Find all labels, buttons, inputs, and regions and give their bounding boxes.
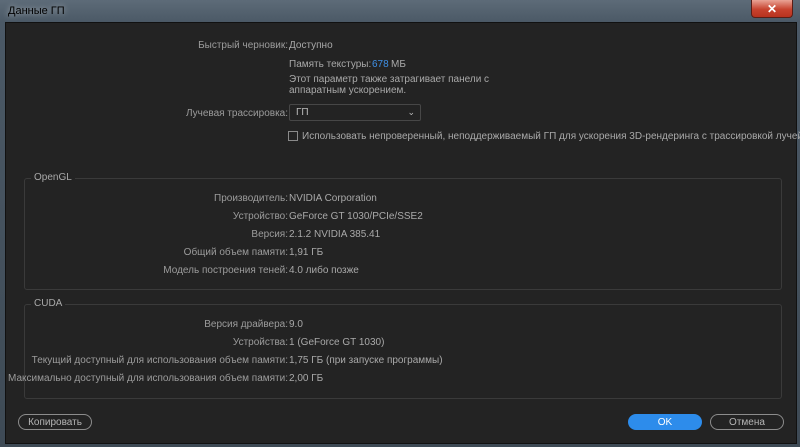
- opengl-row-value: 2.1.2 NVIDIA 385.41: [289, 229, 381, 240]
- texture-memory-unit: МБ: [391, 59, 406, 70]
- ray-tracing-label: Лучевая трассировка:: [185, 108, 288, 119]
- unsupported-gpu-checkbox-label[interactable]: Использовать непроверенный, неподдержива…: [302, 131, 800, 142]
- chevron-down-icon: ⌄: [407, 107, 415, 117]
- texture-memory-value[interactable]: 678: [372, 59, 389, 70]
- unsupported-gpu-checkbox[interactable]: [288, 131, 298, 141]
- fast-draft-label: Быстрый черновик:: [198, 40, 288, 51]
- window-frame: Данные ГП ✕ Быстрый черновик: Доступно П…: [0, 0, 800, 447]
- title-bar[interactable]: Данные ГП ✕: [0, 0, 800, 22]
- opengl-row-label: Общий объем памяти:: [183, 247, 288, 258]
- ok-button[interactable]: OK: [628, 414, 702, 430]
- cancel-button[interactable]: Отмена: [710, 414, 784, 430]
- ok-button-label: OK: [657, 416, 673, 428]
- cuda-row-label: Текущий доступный для использования объе…: [31, 355, 288, 366]
- cuda-group: CUDA: [24, 298, 782, 399]
- dialog-body: Быстрый черновик: Доступно Память тексту…: [5, 22, 800, 444]
- opengl-row-value: 4.0 либо позже: [289, 265, 359, 276]
- opengl-row-label: Устройство:: [232, 211, 288, 222]
- cuda-row-label: Максимально доступный для использования …: [8, 373, 288, 384]
- opengl-group: OpenGL: [24, 172, 782, 290]
- opengl-group-title: OpenGL: [31, 172, 75, 183]
- texture-memory-label: Память текстуры:: [289, 59, 372, 70]
- cuda-row-value: 1 (GeForce GT 1030): [289, 337, 385, 348]
- ray-tracing-selected-value: ГП: [296, 107, 309, 118]
- close-icon: ✕: [766, 1, 778, 16]
- ray-tracing-select[interactable]: ГП ⌄: [289, 104, 421, 121]
- note-line-1: Этот параметр также затрагивает панели с: [289, 74, 490, 85]
- cancel-button-label: Отмена: [729, 416, 765, 428]
- cuda-row-value: 9.0: [289, 319, 303, 330]
- fast-draft-value: Доступно: [289, 40, 333, 51]
- opengl-row-label: Производитель:: [214, 193, 288, 204]
- cuda-row-value: 2,00 ГБ: [289, 373, 324, 384]
- cuda-row-label: Устройства:: [232, 337, 288, 348]
- window-title: Данные ГП: [8, 5, 65, 17]
- copy-button[interactable]: Копировать: [18, 414, 92, 430]
- opengl-row-value: NVIDIA Corporation: [289, 193, 377, 204]
- cuda-group-title: CUDA: [31, 298, 66, 309]
- opengl-row-value: 1,91 ГБ: [289, 247, 324, 258]
- opengl-row-label: Версия:: [251, 229, 288, 240]
- close-button[interactable]: ✕: [751, 0, 793, 18]
- cuda-row-label: Версия драйвера:: [204, 319, 288, 330]
- opengl-row-label: Модель построения теней:: [163, 265, 288, 276]
- copy-button-label: Копировать: [28, 416, 82, 428]
- cuda-row-value: 1,75 ГБ (при запуске программы): [289, 355, 443, 366]
- note-line-2: аппаратным ускорением.: [289, 85, 407, 96]
- opengl-row-value: GeForce GT 1030/PCIe/SSE2: [289, 211, 423, 222]
